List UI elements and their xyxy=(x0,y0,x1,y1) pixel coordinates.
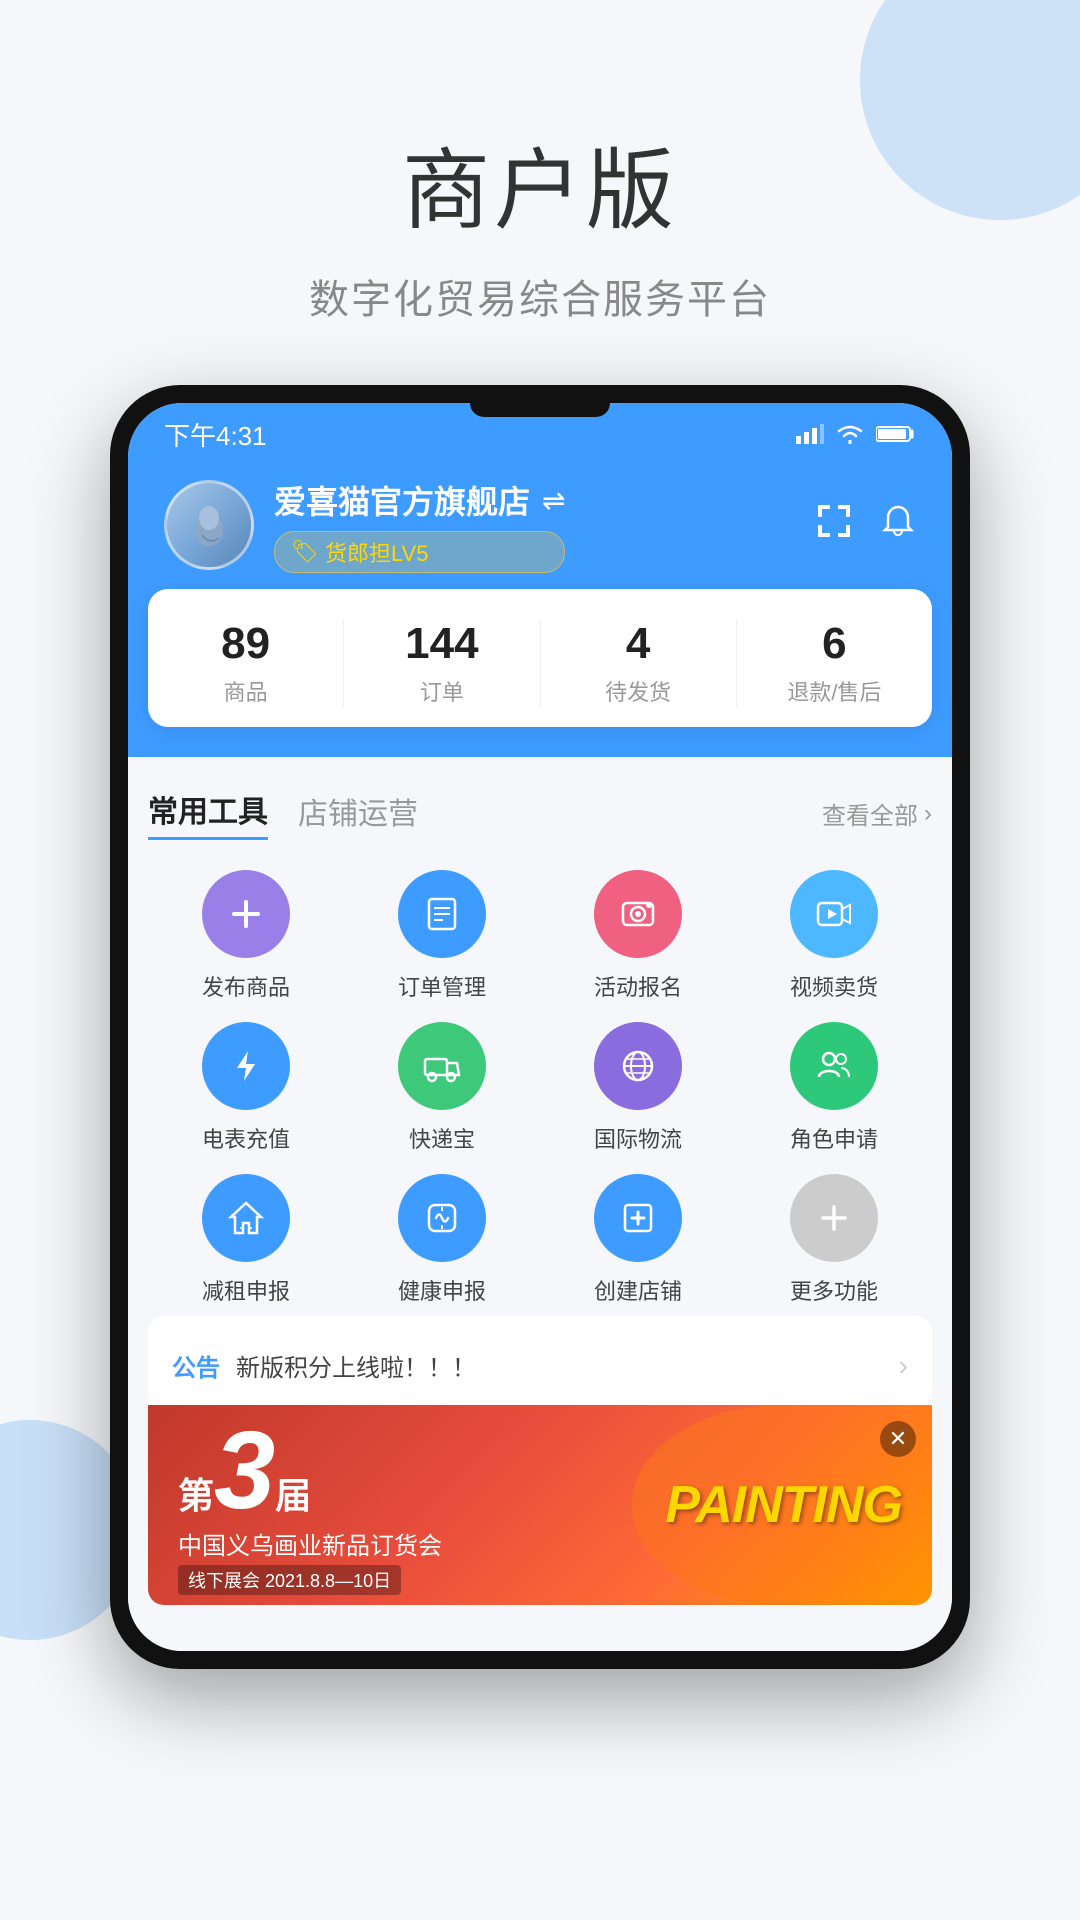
wifi-icon xyxy=(836,424,864,444)
tool-label: 活动报名 xyxy=(594,970,682,1002)
express-icon xyxy=(398,1022,486,1110)
avatar xyxy=(164,480,254,570)
tool-electric-recharge[interactable]: 电表充值 xyxy=(148,1022,344,1154)
tool-label: 国际物流 xyxy=(594,1122,682,1154)
tool-role-apply[interactable]: 角色申请 xyxy=(736,1022,932,1154)
tabs-left: 常用工具 店铺运营 xyxy=(148,787,418,840)
page-header: 商户版 数字化贸易综合服务平台 xyxy=(0,0,1080,385)
phone-screen: 下午4:31 xyxy=(128,403,952,1651)
stat-pending: 4 待发货 xyxy=(541,619,737,707)
tool-international-logistics[interactable]: 国际物流 xyxy=(540,1022,736,1154)
banner-title-row: 中国义乌画业新品订货会 xyxy=(178,1526,442,1561)
notice-arrow-icon: › xyxy=(899,1350,908,1382)
battery-icon xyxy=(876,424,916,444)
profile-right xyxy=(816,503,916,548)
signal-icon xyxy=(796,424,824,444)
phone-notch xyxy=(470,403,610,417)
scan-icon[interactable] xyxy=(816,503,852,548)
tool-more-functions[interactable]: 更多功能 xyxy=(736,1174,932,1306)
view-all-label: 查看全部 xyxy=(822,796,918,831)
role-icon xyxy=(790,1022,878,1110)
stat-orders-label: 订单 xyxy=(420,680,464,705)
tool-video-sell[interactable]: 视频卖货 xyxy=(736,870,932,1002)
tool-label: 订单管理 xyxy=(398,970,486,1002)
banner-close-button[interactable]: ✕ xyxy=(880,1421,916,1457)
profile-row: 爱喜猫官方旗舰店 ⇌ 🏷 货郎担LV5 xyxy=(164,477,916,573)
tool-label: 健康申报 xyxy=(398,1274,486,1306)
tab-store-operations[interactable]: 店铺运营 xyxy=(298,789,418,839)
tab-common-tools[interactable]: 常用工具 xyxy=(148,787,268,840)
store-name-row: 爱喜猫官方旗舰店 ⇌ xyxy=(274,477,565,523)
activity-icon xyxy=(594,870,682,958)
notice-tag: 公告 xyxy=(172,1348,220,1383)
tool-label: 减租申报 xyxy=(202,1274,290,1306)
tool-label: 角色申请 xyxy=(790,1122,878,1154)
status-icons xyxy=(796,424,916,444)
view-all-button[interactable]: 查看全部 › xyxy=(822,796,932,831)
notice-bar[interactable]: 公告 新版积分上线啦！！！ › xyxy=(148,1326,932,1405)
banner-china-text: 中国义乌画业新品订货会 xyxy=(178,1526,442,1561)
tool-label: 电表充值 xyxy=(202,1122,290,1154)
stat-orders-number: 144 xyxy=(344,619,539,669)
publish-icon xyxy=(202,870,290,958)
tool-label: 更多功能 xyxy=(790,1274,878,1306)
app-header: 爱喜猫官方旗舰店 ⇌ 🏷 货郎担LV5 xyxy=(128,459,952,609)
stat-refund-label: 退款/售后 xyxy=(787,680,881,705)
tool-order-management[interactable]: 订单管理 xyxy=(344,870,540,1002)
banner-painting-text: PAINTING xyxy=(665,1475,902,1535)
badge-text: 货郎担LV5 xyxy=(325,536,429,568)
tool-health-report[interactable]: 健康申报 xyxy=(344,1174,540,1306)
stat-products: 89 商品 xyxy=(148,619,344,707)
level-badge: 🏷 货郎担LV5 xyxy=(274,531,565,573)
rent-icon xyxy=(202,1174,290,1262)
phone-wrapper: 下午4:31 xyxy=(0,385,1080,1669)
phone-frame: 下午4:31 xyxy=(110,385,970,1669)
badge-icon: 🏷 xyxy=(291,539,319,565)
health-icon xyxy=(398,1174,486,1262)
tool-label: 创建店铺 xyxy=(594,1274,682,1306)
create-store-icon xyxy=(594,1174,682,1262)
banner[interactable]: 第 3 届 中国义乌画业新品订货会 线下展会 2021.8.8—10日 xyxy=(148,1405,932,1605)
banner-text-left: 第 3 届 中国义乌画业新品订货会 线下展会 2021.8.8—10日 xyxy=(178,1416,442,1595)
switch-icon[interactable]: ⇌ xyxy=(542,484,565,517)
status-time: 下午4:31 xyxy=(164,416,267,453)
notice-text: 新版积分上线啦！！！ xyxy=(236,1348,899,1383)
tool-label: 快递宝 xyxy=(409,1122,475,1154)
stat-refund: 6 退款/售后 xyxy=(737,619,932,707)
stat-pending-label: 待发货 xyxy=(605,680,671,705)
bell-icon[interactable] xyxy=(880,503,916,548)
tool-create-store[interactable]: 创建店铺 xyxy=(540,1174,736,1306)
more-icon xyxy=(790,1174,878,1262)
chevron-right-icon: › xyxy=(924,800,932,828)
stats-card: 89 商品 144 订单 4 待发货 6 退款/售后 xyxy=(148,589,932,727)
store-name: 爱喜猫官方旗舰店 xyxy=(274,477,530,523)
stat-products-number: 89 xyxy=(148,619,343,669)
main-content: 常用工具 店铺运营 查看全部 › xyxy=(128,757,952,1651)
profile-left: 爱喜猫官方旗舰店 ⇌ 🏷 货郎担LV5 xyxy=(164,477,565,573)
video-icon xyxy=(790,870,878,958)
tool-label: 发布商品 xyxy=(202,970,290,1002)
order-icon xyxy=(398,870,486,958)
notice-section: 公告 新版积分上线啦！！！ › 第 3 届 xyxy=(148,1316,932,1605)
stat-products-label: 商品 xyxy=(224,680,268,705)
tool-express[interactable]: 快递宝 xyxy=(344,1022,540,1154)
tool-label: 视频卖货 xyxy=(790,970,878,1002)
store-info: 爱喜猫官方旗舰店 ⇌ 🏷 货郎担LV5 xyxy=(274,477,565,573)
tool-rent-reduction[interactable]: 减租申报 xyxy=(148,1174,344,1306)
stat-orders: 144 订单 xyxy=(344,619,540,707)
tool-publish-product[interactable]: 发布商品 xyxy=(148,870,344,1002)
electric-icon xyxy=(202,1022,290,1110)
page-subtitle: 数字化贸易综合服务平台 xyxy=(0,267,1080,325)
tabs-row: 常用工具 店铺运营 查看全部 › xyxy=(148,787,932,840)
logistics-icon xyxy=(594,1022,682,1110)
page-title: 商户版 xyxy=(0,120,1080,247)
stat-refund-number: 6 xyxy=(737,619,932,669)
stat-pending-number: 4 xyxy=(541,619,736,669)
tools-grid: 发布商品 订单管理 xyxy=(148,870,932,1306)
tool-activity-signup[interactable]: 活动报名 xyxy=(540,870,736,1002)
